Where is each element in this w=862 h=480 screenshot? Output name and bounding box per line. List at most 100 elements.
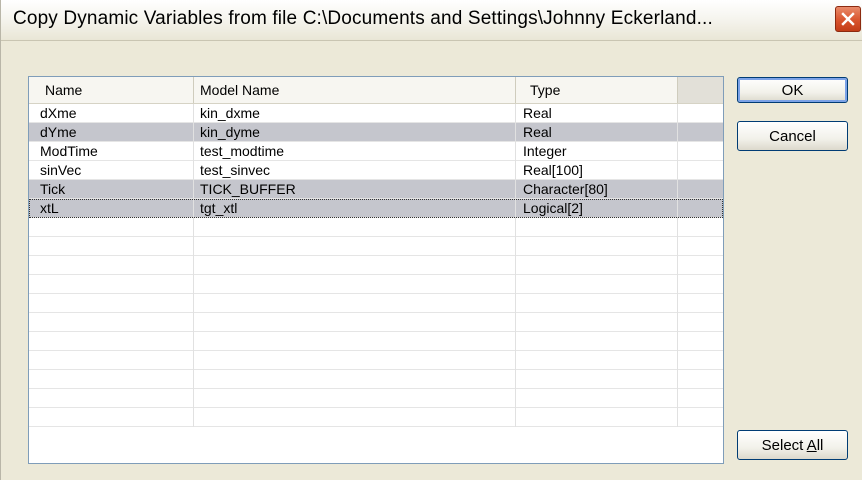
- table-row[interactable]: ModTime test_modtime Integer: [29, 142, 723, 161]
- table-cell-name: Tick: [29, 180, 194, 199]
- copy-dynamic-variables-dialog: Copy Dynamic Variables from file C:\Docu…: [0, 0, 862, 480]
- table-cell-empty: [516, 332, 678, 351]
- table-cell-name: xtL: [29, 199, 194, 218]
- table-cell-empty: [29, 313, 194, 332]
- table-cell-empty: [194, 237, 516, 256]
- table-row[interactable]: Tick TICK_BUFFER Character[80]: [29, 180, 723, 199]
- close-icon: [841, 12, 855, 26]
- table-row-empty: [29, 351, 723, 370]
- table-cell-empty: [678, 237, 723, 256]
- table-cell-empty: [194, 332, 516, 351]
- table-cell-empty: [29, 408, 194, 427]
- table-cell-empty: [516, 351, 678, 370]
- table-cell-empty: [516, 218, 678, 237]
- table-row[interactable]: sinVec test_sinvec Real[100]: [29, 161, 723, 180]
- table-row[interactable]: dXme kin_dxme Real: [29, 104, 723, 123]
- table-row-empty: [29, 370, 723, 389]
- table-row-empty: [29, 218, 723, 237]
- table-cell-name: ModTime: [29, 142, 194, 161]
- table-cell-empty: [29, 332, 194, 351]
- table-cell-empty: [194, 275, 516, 294]
- table-cell-empty: [194, 370, 516, 389]
- ok-button[interactable]: OK: [737, 77, 848, 103]
- table-cell-empty: [194, 256, 516, 275]
- cancel-button[interactable]: Cancel: [737, 121, 848, 151]
- table-row-empty: [29, 237, 723, 256]
- table-cell-empty: [516, 256, 678, 275]
- table-cell-type: Character[80]: [516, 180, 678, 199]
- table-cell-empty: [678, 313, 723, 332]
- select-all-button-label: Select All: [738, 437, 847, 454]
- select-all-accelerator: A: [806, 436, 817, 454]
- table-row-empty: [29, 408, 723, 427]
- table-cell-empty: [678, 370, 723, 389]
- cancel-button-label: Cancel: [769, 127, 816, 145]
- table-cell-model-name: kin_dyme: [194, 123, 516, 142]
- table-row-empty: [29, 389, 723, 408]
- column-header-filler: [678, 77, 723, 103]
- table-cell-empty: [29, 389, 194, 408]
- close-button[interactable]: [835, 6, 861, 32]
- table-cell-empty: [194, 294, 516, 313]
- table-cell-name: dYme: [29, 123, 194, 142]
- table-cell-empty: [516, 370, 678, 389]
- table-cell-filler: [678, 142, 723, 161]
- table-cell-empty: [516, 313, 678, 332]
- table-cell-empty: [678, 256, 723, 275]
- table-row-empty: [29, 256, 723, 275]
- table-cell-filler: [678, 161, 723, 180]
- table-cell-type: Real[100]: [516, 161, 678, 180]
- table-row-empty: [29, 294, 723, 313]
- title-bar[interactable]: Copy Dynamic Variables from file C:\Docu…: [1, 0, 862, 41]
- table-cell-empty: [678, 332, 723, 351]
- table-cell-filler: [678, 123, 723, 142]
- table-cell-model-name: TICK_BUFFER: [194, 180, 516, 199]
- table-cell-filler: [678, 180, 723, 199]
- table-cell-empty: [29, 275, 194, 294]
- ok-button-label: OK: [781, 81, 804, 99]
- table-row[interactable]: dYme kin_dyme Real: [29, 123, 723, 142]
- table-cell-empty: [678, 294, 723, 313]
- table-cell-filler: [678, 199, 723, 218]
- table-cell-empty: [194, 389, 516, 408]
- table-cell-model-name: test_sinvec: [194, 161, 516, 180]
- table-cell-empty: [516, 275, 678, 294]
- table-cell-empty: [29, 370, 194, 389]
- table-row[interactable]: xtL tgt_xtl Logical[2]: [29, 199, 723, 218]
- column-header-name[interactable]: Name: [29, 77, 194, 103]
- column-header-model-name[interactable]: Model Name: [194, 77, 516, 103]
- table-cell-empty: [29, 351, 194, 370]
- table-cell-empty: [678, 218, 723, 237]
- table-row-empty: [29, 313, 723, 332]
- table-cell-empty: [29, 294, 194, 313]
- table-cell-empty: [194, 218, 516, 237]
- table-cell-empty: [194, 313, 516, 332]
- select-all-suffix: ll: [816, 436, 824, 454]
- table-cell-empty: [678, 351, 723, 370]
- select-all-button[interactable]: Select All: [737, 430, 848, 460]
- table-cell-empty: [516, 389, 678, 408]
- variables-table[interactable]: Name Model Name Type dXme kin_dxme Real dYm…: [28, 76, 724, 464]
- table-row-empty: [29, 275, 723, 294]
- table-cell-empty: [516, 294, 678, 313]
- table-cell-empty: [194, 351, 516, 370]
- table-cell-empty: [29, 218, 194, 237]
- table-cell-name: sinVec: [29, 161, 194, 180]
- table-cell-empty: [516, 408, 678, 427]
- window-title: Copy Dynamic Variables from file C:\Docu…: [13, 8, 713, 29]
- table-cell-model-name: test_modtime: [194, 142, 516, 161]
- table-header: Name Model Name Type: [29, 77, 723, 104]
- table-cell-model-name: kin_dxme: [194, 104, 516, 123]
- table-cell-empty: [29, 237, 194, 256]
- table-cell-empty: [194, 408, 516, 427]
- table-row-empty: [29, 332, 723, 351]
- table-cell-type: Integer: [516, 142, 678, 161]
- table-cell-empty: [29, 256, 194, 275]
- select-all-prefix: Select: [761, 436, 807, 454]
- table-cell-type: Logical[2]: [516, 199, 678, 218]
- table-body: dXme kin_dxme Real dYme kin_dyme Real ModTime t…: [29, 104, 723, 427]
- table-cell-type: Real: [516, 104, 678, 123]
- table-cell-empty: [516, 237, 678, 256]
- table-cell-filler: [678, 104, 723, 123]
- column-header-type[interactable]: Type: [516, 77, 678, 103]
